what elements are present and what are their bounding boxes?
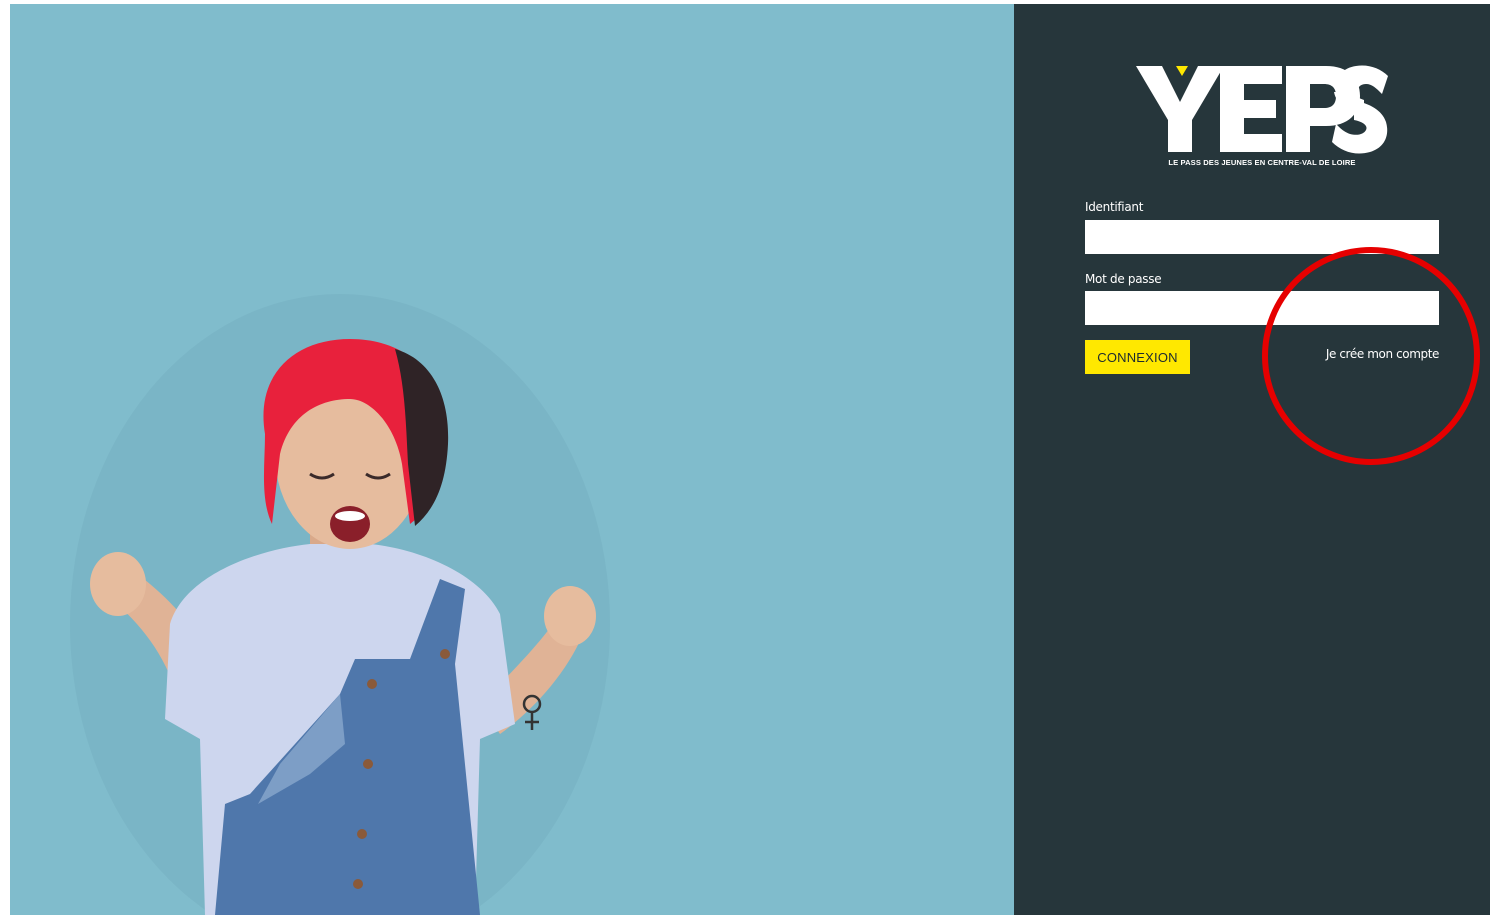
brand-tagline: LE PASS DES JEUNES EN CENTRE-VAL DE LOIR… <box>1168 158 1356 167</box>
create-account-link[interactable]: Je crée mon compte <box>1300 347 1440 361</box>
connexion-button[interactable]: CONNEXION <box>1085 340 1190 374</box>
password-input[interactable] <box>1085 291 1439 325</box>
yeps-logo-mark <box>1136 65 1388 154</box>
login-page: LE PASS DES JEUNES EN CENTRE-VAL DE LOIR… <box>0 0 1490 915</box>
hero-photo <box>10 4 1014 915</box>
celebrating-person-illustration <box>70 294 610 915</box>
identifiant-label: Identifiant <box>1085 200 1144 214</box>
identifiant-input[interactable] <box>1085 220 1439 254</box>
password-label: Mot de passe <box>1085 272 1162 286</box>
